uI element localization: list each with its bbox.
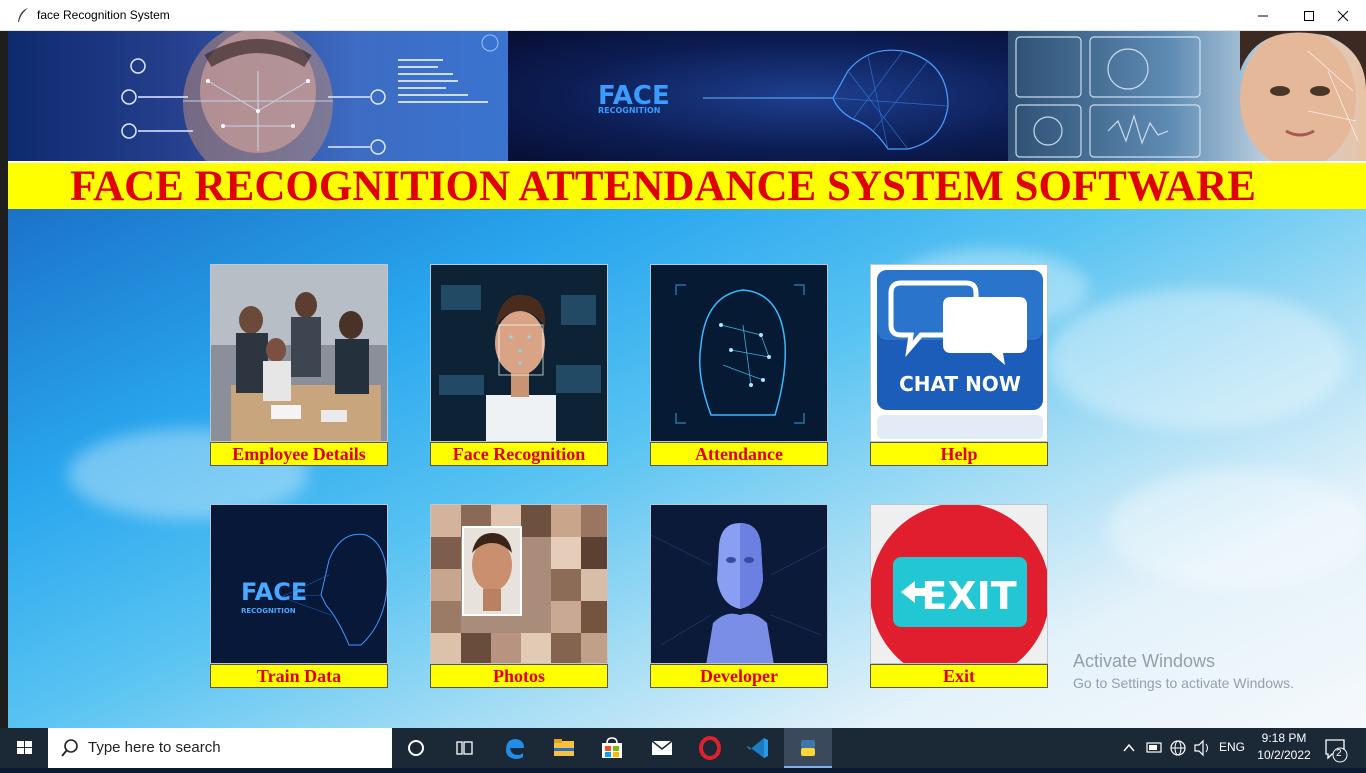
attendance-label: Attendance — [650, 442, 828, 466]
main-panel: Employee Details Face Recognition Attend… — [8, 209, 1366, 728]
search-placeholder: Type here to search — [88, 739, 221, 756]
clock-time[interactable]: 9:18 PM — [1254, 731, 1314, 745]
search-icon — [61, 739, 78, 757]
face-recognition-button[interactable]: Face Recognition — [430, 264, 608, 466]
attendance-button[interactable]: Attendance — [650, 264, 828, 466]
activate-windows-subtitle: Go to Settings to activate Windows. — [1073, 675, 1294, 691]
opera-icon — [699, 736, 721, 760]
face-collage-illustration — [431, 505, 607, 663]
hud-face-illustration — [1015, 31, 1366, 161]
opera-button[interactable] — [686, 728, 734, 768]
folder-icon — [554, 739, 574, 756]
cortana-button[interactable] — [392, 728, 440, 768]
desktop-edge — [0, 31, 8, 728]
train-data-button[interactable]: FACE RECOGNITION Train Data — [210, 504, 388, 688]
photos-image — [430, 504, 608, 664]
background-cloud — [1108, 469, 1366, 589]
minimize-button[interactable] — [1240, 0, 1286, 30]
mail-button[interactable] — [638, 728, 686, 768]
train-data-label: Train Data — [210, 664, 388, 688]
train-recognition-text: RECOGNITION — [241, 607, 296, 615]
photos-button[interactable]: Photos — [430, 504, 608, 688]
face-scan-illustration — [121, 31, 499, 161]
close-button[interactable] — [1320, 0, 1366, 30]
train-data-image: FACE RECOGNITION — [210, 504, 388, 664]
background-cloud — [1048, 289, 1348, 429]
python-button[interactable] — [784, 728, 832, 768]
exit-text: EXIT — [921, 574, 1016, 618]
photos-label: Photos — [430, 664, 608, 688]
face-recognition-image — [430, 264, 608, 442]
globe-icon — [1170, 740, 1186, 756]
maximize-icon — [1304, 11, 1314, 21]
chat-now-text: CHAT NOW — [899, 372, 1021, 396]
windows-logo-icon — [17, 741, 32, 754]
network-button[interactable] — [1166, 728, 1190, 768]
developer-label: Developer — [650, 664, 828, 688]
face-recognition-label: Face Recognition — [430, 442, 608, 466]
train-face-text: FACE — [241, 578, 307, 606]
attendance-image — [650, 264, 828, 442]
low-poly-head-illustration — [651, 505, 827, 663]
help-button[interactable]: CHAT NOW Help — [870, 264, 1048, 466]
developer-button[interactable]: Developer — [650, 504, 828, 688]
office-meeting-illustration — [211, 265, 387, 441]
exit-image: EXIT — [870, 504, 1048, 664]
edge-button[interactable] — [490, 728, 538, 768]
banner-hud-face-image — [1008, 31, 1366, 161]
language-indicator[interactable]: ENG — [1219, 740, 1245, 754]
face-recognition-poster-illustration: FACE RECOGNITION — [211, 505, 387, 663]
developer-image — [650, 504, 828, 664]
employee-details-image — [210, 264, 388, 442]
battery-icon — [1146, 742, 1162, 753]
chevron-up-icon — [1123, 743, 1135, 752]
employee-details-label: Employee Details — [210, 442, 388, 466]
digital-head-illustration — [651, 265, 827, 441]
show-hidden-icons-button[interactable] — [1116, 728, 1142, 768]
notification-count: 2 — [1336, 748, 1342, 759]
help-label: Help — [870, 442, 1048, 466]
chat-now-illustration: CHAT NOW — [877, 270, 1043, 439]
employee-details-button[interactable]: Employee Details — [210, 264, 388, 466]
banner-face-recognition-image: FACE RECOGNITION — [508, 31, 1008, 161]
banner: FACE RECOGNITION — [8, 31, 1366, 161]
python-icon — [801, 740, 815, 756]
man-face-scan-illustration — [431, 265, 607, 441]
store-button[interactable] — [588, 728, 636, 768]
task-view-button[interactable] — [440, 728, 488, 768]
vscode-button[interactable] — [734, 728, 782, 768]
activate-windows-title: Activate Windows — [1073, 651, 1216, 671]
task-view-icon — [456, 741, 473, 755]
wireframe-head-illustration: FACE RECOGNITION — [598, 49, 949, 150]
close-icon — [1337, 10, 1349, 22]
banner-face-scan-image — [8, 31, 508, 161]
exit-button[interactable]: EXIT Exit — [870, 504, 1048, 688]
file-explorer-button[interactable] — [540, 728, 588, 768]
exit-sign-illustration: EXIT — [871, 505, 1047, 663]
action-center-button[interactable]: 2 — [1318, 728, 1362, 768]
volume-button[interactable] — [1190, 728, 1214, 768]
exit-label: Exit — [870, 664, 1048, 688]
cortana-icon — [408, 740, 424, 756]
clock-date[interactable]: 10/2/2022 — [1254, 748, 1314, 762]
edge-icon — [506, 739, 524, 759]
help-image: CHAT NOW — [870, 264, 1048, 442]
window-titlebar: face Recognition System — [0, 0, 1366, 31]
page-title: FACE RECOGNITION ATTENDANCE SYSTEM SOFTW… — [70, 163, 1256, 210]
speaker-icon — [1194, 739, 1208, 757]
banner-recognition-text: RECOGNITION — [598, 106, 660, 115]
vscode-icon — [747, 738, 768, 758]
taskbar-search-box[interactable]: Type here to search — [48, 728, 392, 768]
start-button[interactable] — [0, 728, 48, 768]
mail-icon — [651, 740, 673, 755]
minimize-icon — [1258, 15, 1268, 17]
heading-bar: FACE RECOGNITION ATTENDANCE SYSTEM SOFTW… — [8, 161, 1366, 209]
store-icon — [602, 737, 622, 758]
window-title: face Recognition System — [37, 8, 170, 22]
taskbar: Type here to search ENG 9:18 PM 10/2/202… — [0, 728, 1366, 768]
battery-button[interactable] — [1142, 728, 1166, 768]
feather-icon — [18, 8, 28, 22]
activate-windows-watermark: Activate Windows Go to Settings to activ… — [1073, 651, 1294, 691]
